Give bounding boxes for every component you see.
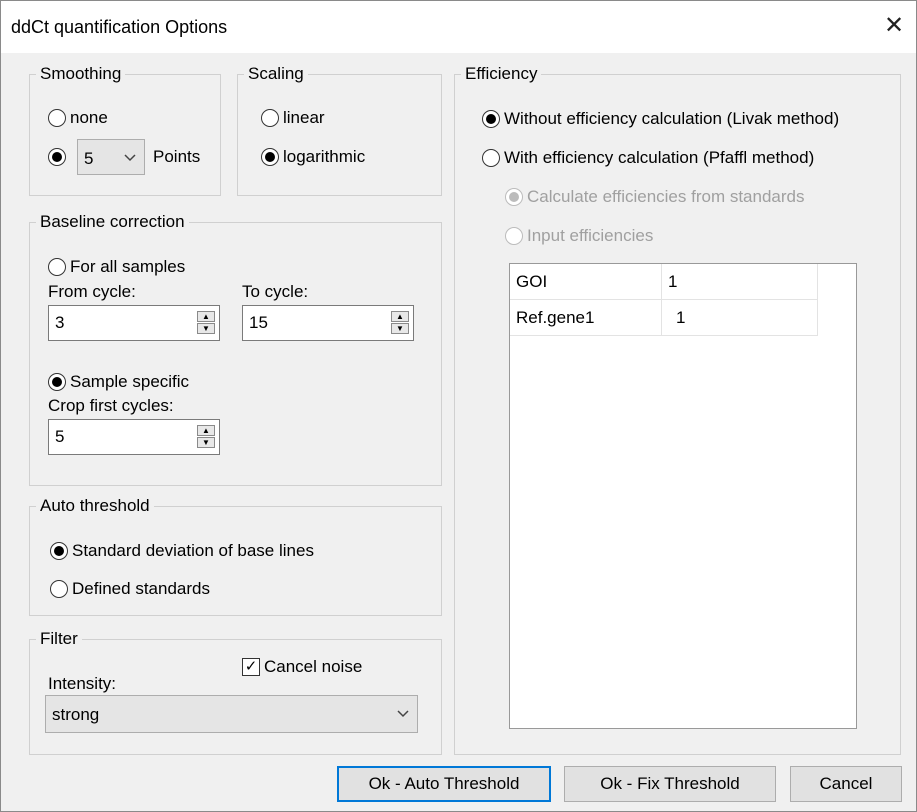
threshold-defined-label[interactable]: Defined standards <box>72 579 210 599</box>
smoothing-group: Smoothing <box>29 64 221 196</box>
smoothing-points-radio[interactable] <box>48 148 66 166</box>
efficiency-without-radio[interactable] <box>482 110 500 128</box>
table-cell-value[interactable]: 1 <box>662 300 818 336</box>
smoothing-none-label[interactable]: none <box>70 108 108 128</box>
efficiency-from-standards-label: Calculate efficiencies from standards <box>527 187 805 206</box>
threshold-std-label[interactable]: Standard deviation of base lines <box>72 541 314 561</box>
scaling-linear-label[interactable]: linear <box>283 108 325 128</box>
spin-up-icon[interactable]: ▲ <box>391 311 409 322</box>
scaling-log-radio[interactable] <box>261 148 279 166</box>
smoothing-none-radio[interactable] <box>48 109 66 127</box>
scaling-group: Scaling <box>237 64 442 196</box>
efficiency-with-radio[interactable] <box>482 149 500 167</box>
efficiency-input-label: Input efficiencies <box>527 226 654 245</box>
threshold-defined-radio[interactable] <box>50 580 68 598</box>
smoothing-points-select[interactable]: 5 <box>77 139 145 175</box>
chevron-down-icon <box>124 149 136 165</box>
spin-up-icon[interactable]: ▲ <box>197 425 215 436</box>
spin-down-icon[interactable]: ▼ <box>391 323 409 334</box>
ok-fix-threshold-button[interactable]: Ok - Fix Threshold <box>564 766 776 802</box>
intensity-select[interactable]: strong <box>45 695 418 733</box>
window-title: ddCt quantification Options <box>11 17 228 37</box>
crop-cycles-spinbox[interactable]: 5 ▲ ▼ <box>48 419 220 455</box>
table-cell-value[interactable]: 1 <box>662 264 818 300</box>
spin-down-icon[interactable]: ▼ <box>197 437 215 448</box>
spin-down-icon[interactable]: ▼ <box>197 323 215 334</box>
spin-up-icon[interactable]: ▲ <box>197 311 215 322</box>
from-cycle-spin-buttons: ▲ ▼ <box>197 311 215 335</box>
to-cycle-value: 15 <box>249 313 268 332</box>
crop-cycles-spin-buttons: ▲ ▼ <box>197 425 215 449</box>
scaling-linear-radio[interactable] <box>261 109 279 127</box>
efficiency-table[interactable]: GOI 1 Ref.gene1 1 <box>509 263 857 729</box>
smoothing-points-label: Points <box>153 147 201 166</box>
title-bar: ddCt quantification Options ✕ <box>1 1 916 53</box>
table-cell-gene[interactable]: Ref.gene1 <box>510 300 662 336</box>
auto-threshold-title: Auto threshold <box>36 496 154 516</box>
baseline-sample-specific-radio[interactable] <box>48 373 66 391</box>
ok-auto-threshold-button[interactable]: Ok - Auto Threshold <box>337 766 551 802</box>
baseline-title: Baseline correction <box>36 212 189 232</box>
efficiency-input-radio <box>505 227 523 245</box>
from-cycle-value: 3 <box>55 313 65 332</box>
to-cycle-label: To cycle: <box>242 282 309 301</box>
scaling-title: Scaling <box>244 64 308 84</box>
chevron-down-icon <box>397 705 409 721</box>
to-cycle-spinbox[interactable]: 15 ▲ ▼ <box>242 305 414 341</box>
intensity-label: Intensity: <box>48 674 117 693</box>
cancel-button[interactable]: Cancel <box>790 766 902 802</box>
baseline-sample-specific-label[interactable]: Sample specific <box>70 372 189 392</box>
efficiency-without-label[interactable]: Without efficiency calculation (Livak me… <box>504 109 839 129</box>
baseline-all-samples-radio[interactable] <box>48 258 66 276</box>
efficiency-with-label[interactable]: With efficiency calculation (Pfaffl meth… <box>504 148 814 168</box>
close-icon[interactable]: ✕ <box>879 11 909 41</box>
crop-first-cycles-label: Crop first cycles: <box>48 396 174 415</box>
smoothing-points-value: 5 <box>84 149 94 168</box>
threshold-std-radio[interactable] <box>50 542 68 560</box>
table-cell-gene[interactable]: GOI <box>510 264 662 300</box>
intensity-value: strong <box>52 705 100 724</box>
cancel-noise-label[interactable]: Cancel noise <box>264 657 362 677</box>
efficiency-title: Efficiency <box>461 64 542 84</box>
smoothing-title: Smoothing <box>36 64 126 84</box>
ddct-options-dialog: ddCt quantification Options ✕ Smoothing … <box>0 0 917 812</box>
scaling-log-label[interactable]: logarithmic <box>283 147 365 167</box>
filter-title: Filter <box>36 629 82 649</box>
from-cycle-label: From cycle: <box>48 282 136 301</box>
from-cycle-spinbox[interactable]: 3 ▲ ▼ <box>48 305 220 341</box>
baseline-all-samples-label[interactable]: For all samples <box>70 257 185 277</box>
to-cycle-spin-buttons: ▲ ▼ <box>391 311 409 335</box>
efficiency-from-standards-radio <box>505 188 523 206</box>
cancel-noise-checkbox[interactable]: ✓ <box>242 658 260 676</box>
auto-threshold-group: Auto threshold <box>29 496 442 616</box>
crop-cycles-value: 5 <box>55 427 65 446</box>
